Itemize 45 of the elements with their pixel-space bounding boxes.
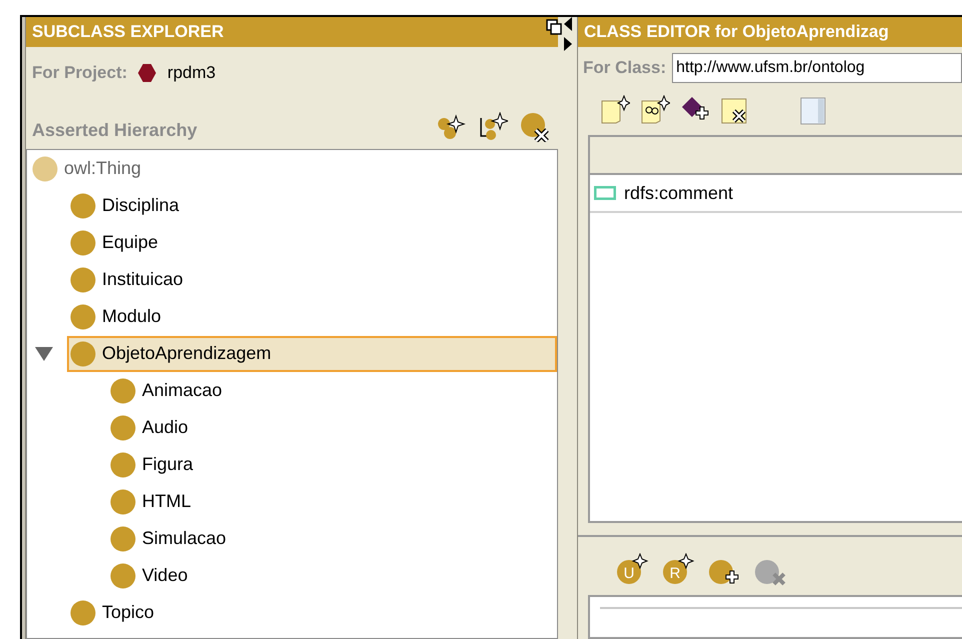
class-icon xyxy=(110,488,136,514)
tree-item[interactable]: Disciplina xyxy=(67,188,557,224)
class-icon xyxy=(32,156,58,182)
tree-item[interactable]: Simulacao xyxy=(107,520,557,556)
class-icon xyxy=(110,414,136,440)
project-name: rpdm3 xyxy=(167,62,216,84)
new-note-icon[interactable] xyxy=(600,95,630,125)
collapse-left-icon[interactable] xyxy=(564,17,572,31)
expand-right-icon[interactable] xyxy=(564,37,572,51)
tree-item[interactable]: HTML xyxy=(107,484,557,520)
new-document-icon[interactable] xyxy=(640,95,670,125)
class-icon xyxy=(110,452,136,478)
tree-item[interactable]: Modulo xyxy=(67,298,557,334)
class-icon xyxy=(70,600,96,626)
class-icon xyxy=(110,526,136,552)
maximize-icon[interactable] xyxy=(546,19,562,35)
tree-item[interactable]: Video xyxy=(107,558,557,594)
class-icon xyxy=(110,378,136,404)
class-uri-field[interactable]: http://www.ufsm.br/ontolog xyxy=(672,53,962,83)
panel-title: CLASS EDITOR for ObjetoAprendizag xyxy=(584,21,889,44)
class-icon xyxy=(70,230,96,256)
class-icon xyxy=(110,562,136,588)
class-icon xyxy=(70,340,96,366)
tree-item[interactable]: Animacao xyxy=(107,372,557,408)
class-icon xyxy=(70,304,96,330)
annotation-icon xyxy=(594,186,616,200)
tree-item[interactable]: owl:Thing xyxy=(29,150,557,186)
tree-item[interactable]: Figura xyxy=(107,446,557,482)
tree-item[interactable]: Audio xyxy=(107,410,557,446)
class-icon xyxy=(70,192,96,218)
tree-item[interactable]: Equipe xyxy=(67,224,557,260)
tree-item[interactable]: ObjetoAprendizagem xyxy=(67,336,557,372)
expanded-triangle-icon[interactable] xyxy=(35,346,53,360)
hierarchy-label: Asserted Hierarchy xyxy=(32,119,198,142)
project-label: For Project: xyxy=(32,62,128,84)
panel-title: SUBCLASS EXPLORER xyxy=(32,21,224,44)
class-label: For Class: xyxy=(583,57,666,80)
create-sibling-icon[interactable] xyxy=(478,112,508,142)
project-icon xyxy=(137,63,158,83)
create-subclass-icon[interactable] xyxy=(436,114,466,142)
annotation-row[interactable]: rdfs:comment xyxy=(590,175,962,213)
tree-item[interactable]: Instituicao xyxy=(67,262,557,298)
class-icon xyxy=(70,266,96,292)
delete-class-icon[interactable] xyxy=(520,112,550,142)
tree-item[interactable]: Topico xyxy=(67,594,557,630)
